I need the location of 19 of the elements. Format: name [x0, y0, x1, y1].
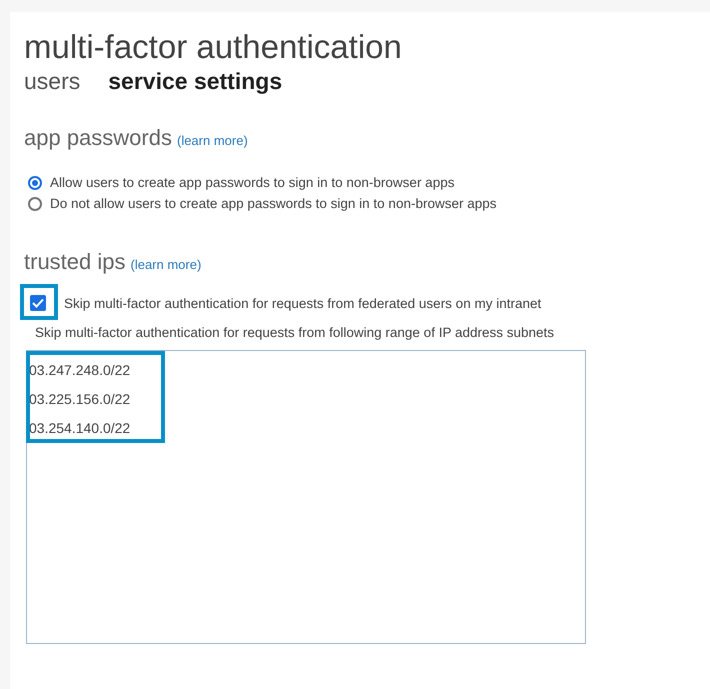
subnet-line: 03.254.140.0/22	[29, 419, 132, 438]
learn-more-link[interactable]: (learn more)	[176, 133, 248, 148]
tab[interactable]: service settings	[108, 68, 282, 95]
radio-label: Do not allow users to create app passwords to sign in to non-browser apps	[50, 196, 496, 211]
tab[interactable]: users	[24, 68, 80, 95]
check-icon	[32, 298, 44, 308]
subnets-label: Skip multi-factor authentication for requests from following range of IP address subnets	[35, 325, 556, 340]
learn-more-link[interactable]: (learn more)	[130, 257, 202, 272]
subnet-line: 03.225.156.0/22	[29, 390, 132, 409]
radio-button[interactable]	[28, 176, 42, 190]
radio-button[interactable]	[28, 196, 42, 210]
subnets-textarea[interactable]: 03.247.248.0/22 03.225.156.0/22 03.254.140.0/22	[26, 350, 586, 644]
checkbox-label: Skip multi-factor authentication for requests from federated users on my intranet	[64, 296, 542, 310]
section-heading: trusted ips	[24, 249, 126, 275]
page-title: multi-factor authentication	[24, 28, 403, 66]
radio-label: Allow users to create app passwords to sign in to non-browser apps	[50, 175, 454, 190]
checkbox[interactable]	[30, 295, 46, 311]
section-heading: app passwords	[24, 125, 172, 151]
subnet-line: 03.247.248.0/22	[29, 361, 132, 380]
